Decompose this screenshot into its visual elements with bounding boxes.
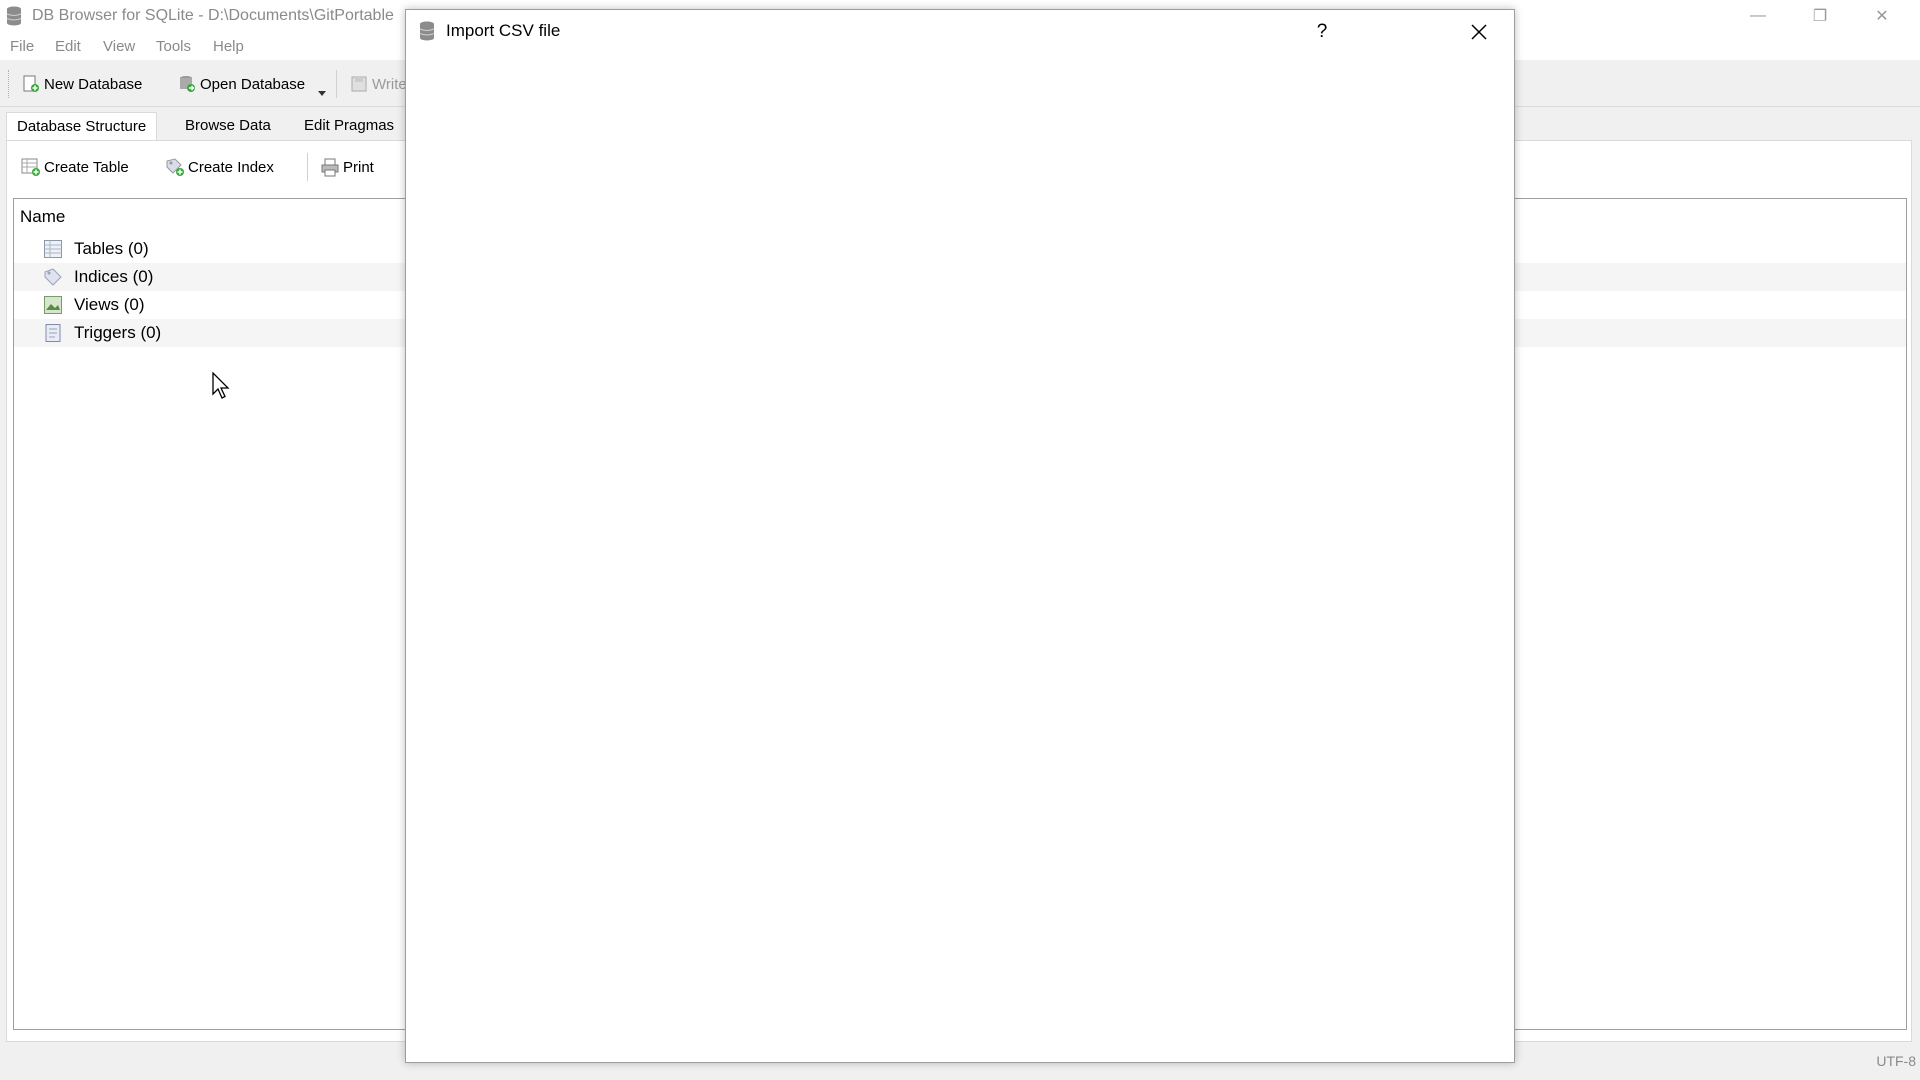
write-changes-icon: [351, 76, 367, 92]
create-table-label: Create Table: [44, 158, 129, 176]
database-app-icon: [6, 6, 22, 26]
create-index-button[interactable]: Create Index: [165, 155, 274, 179]
new-database-icon: [23, 75, 39, 92]
database-app-icon: [419, 21, 435, 41]
close-icon: [1471, 24, 1487, 40]
open-database-label: Open Database: [200, 75, 306, 93]
toolbar-grip[interactable]: [8, 70, 12, 98]
window-title: DB Browser for SQLite - D:\Documents\Git…: [32, 7, 394, 24]
create-index-label: Create Index: [188, 158, 274, 176]
tree-item-label: Tables (0): [74, 239, 149, 258]
mouse-cursor-icon: [212, 372, 230, 399]
menu-edit[interactable]: Edit: [55, 38, 81, 55]
toolbar-separator: [336, 70, 337, 98]
printer-icon: [321, 158, 339, 177]
open-database-button[interactable]: Open Database: [178, 72, 305, 96]
tree-item-label: Triggers (0): [74, 323, 162, 342]
open-database-icon: [180, 76, 195, 92]
index-icon: [44, 268, 62, 286]
write-changes-label: Write: [372, 75, 407, 93]
minimize-button[interactable]: —: [1727, 0, 1789, 32]
chevron-down-icon[interactable]: [318, 91, 326, 96]
table-icon: [44, 240, 62, 258]
create-index-icon: [166, 158, 184, 176]
write-changes-button[interactable]: Write: [350, 72, 407, 96]
toolbar-separator: [307, 153, 308, 181]
new-database-button[interactable]: New Database: [22, 72, 142, 96]
create-table-icon: [21, 158, 40, 176]
dialog-close-button[interactable]: [1460, 16, 1498, 48]
dialog-title: Import CSV file: [446, 21, 561, 40]
trigger-icon: [45, 324, 61, 342]
menu-help[interactable]: Help: [213, 38, 244, 55]
window-close-button[interactable]: ✕: [1851, 0, 1913, 32]
menu-view[interactable]: View: [103, 38, 135, 55]
new-database-label: New Database: [44, 75, 143, 93]
view-icon: [44, 296, 62, 314]
dialog-help-button[interactable]: ?: [1303, 16, 1341, 48]
print-button[interactable]: Print: [320, 155, 374, 179]
menu-file[interactable]: File: [10, 38, 34, 55]
import-csv-dialog: Import CSV file ?: [405, 9, 1515, 1063]
tab-browse-data[interactable]: Browse Data: [175, 112, 281, 140]
tree-column-header[interactable]: Name: [20, 207, 65, 227]
tree-item-label: Views (0): [74, 295, 145, 314]
tree-item-label: Indices (0): [74, 267, 154, 286]
print-label: Print: [343, 158, 374, 176]
menu-tools[interactable]: Tools: [156, 38, 191, 55]
create-table-button[interactable]: Create Table: [21, 155, 129, 179]
tab-database-structure[interactable]: Database Structure: [6, 112, 158, 142]
restore-button[interactable]: ❐: [1789, 0, 1851, 32]
tab-edit-pragmas[interactable]: Edit Pragmas: [294, 112, 404, 140]
status-encoding: UTF-8: [1876, 1053, 1916, 1069]
